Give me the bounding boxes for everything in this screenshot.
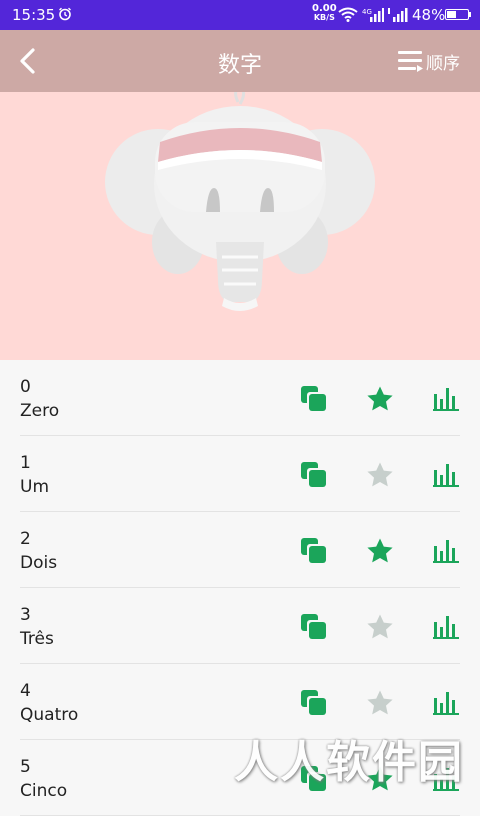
star-outline-icon[interactable]	[366, 689, 394, 717]
item-number: 0	[20, 377, 31, 397]
item-number: 4	[20, 681, 31, 701]
list-item[interactable]: 1 Um	[20, 436, 460, 512]
item-word: Três	[20, 629, 54, 649]
alarm-icon	[59, 7, 71, 21]
order-button[interactable]: 顺序	[398, 48, 460, 74]
item-number: 2	[20, 529, 31, 549]
watermark: 人人软件园	[234, 737, 464, 788]
copy-icon[interactable]	[300, 613, 328, 641]
copy-icon[interactable]	[300, 461, 328, 489]
signal-4g-icon: 4G	[362, 8, 384, 22]
stats-chart-icon[interactable]	[432, 613, 460, 641]
copy-icon[interactable]	[300, 537, 328, 565]
item-number: 3	[20, 605, 31, 625]
order-label: 顺序	[426, 53, 460, 74]
item-number: 5	[20, 757, 31, 777]
app-bar: 数字 顺序	[0, 30, 480, 92]
stats-chart-icon[interactable]	[432, 461, 460, 489]
battery-level	[447, 11, 456, 18]
item-number: 1	[20, 453, 31, 473]
stats-chart-icon[interactable]	[432, 385, 460, 413]
sort-list-icon	[398, 51, 423, 72]
wifi-icon	[338, 7, 358, 22]
item-word: Um	[20, 477, 50, 497]
signal-icon	[388, 8, 408, 22]
item-word: Quatro	[20, 705, 79, 725]
stats-chart-icon[interactable]	[432, 537, 460, 565]
network-speed: 0.00 KB/S	[312, 3, 337, 23]
item-word: Cinco	[20, 781, 68, 801]
status-bar: 15:35 0.00 KB/S 4G 48%	[0, 0, 480, 30]
list-item[interactable]: 0 Zero	[20, 360, 460, 436]
star-filled-icon[interactable]	[366, 537, 394, 565]
stats-chart-icon[interactable]	[432, 689, 460, 717]
star-outline-icon[interactable]	[366, 461, 394, 489]
svg-text:4G: 4G	[362, 8, 372, 16]
elephant-illustration	[105, 92, 375, 311]
list-item[interactable]: 2 Dois	[20, 512, 460, 588]
item-word: Zero	[20, 401, 60, 421]
list-item[interactable]: 3 Três	[20, 588, 460, 664]
status-time: 15:35	[12, 6, 56, 24]
copy-icon[interactable]	[300, 689, 328, 717]
battery-icon	[445, 9, 469, 20]
hero-banner	[0, 92, 480, 360]
item-word: Dois	[20, 553, 58, 573]
battery-cap	[469, 12, 471, 17]
battery-percent: 48%	[412, 6, 446, 24]
copy-icon[interactable]	[300, 385, 328, 413]
star-outline-icon[interactable]	[366, 613, 394, 641]
star-filled-icon[interactable]	[366, 385, 394, 413]
